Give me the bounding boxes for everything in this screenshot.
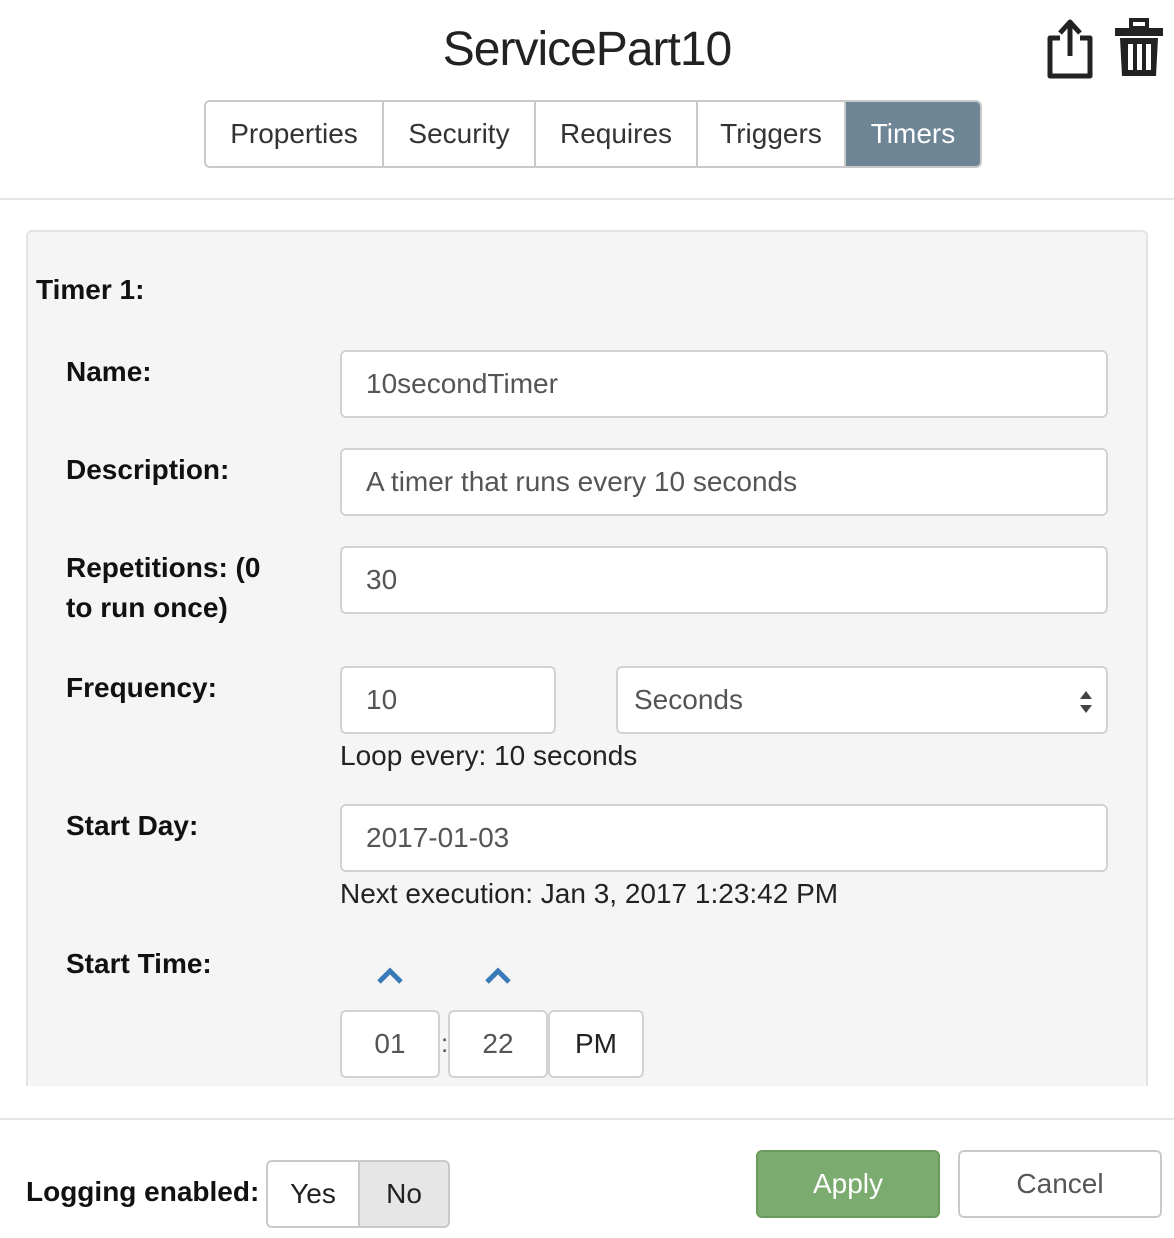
repetitions-label-line2: to run once) xyxy=(66,592,228,623)
start-day-label: Start Day: xyxy=(66,810,199,841)
timer-panel: Timer 1: Name: 10secondTimer Description… xyxy=(26,230,1148,1086)
logging-enabled-label: Logging enabled: xyxy=(26,1176,260,1207)
trash-icon[interactable] xyxy=(1112,18,1166,80)
share-export-icon[interactable] xyxy=(1042,18,1098,80)
repetitions-label: Repetitions: (0 to run once) xyxy=(66,548,260,628)
hour-increment-chevron-up-icon[interactable] xyxy=(376,966,404,986)
frequency-label: Frequency: xyxy=(66,672,217,703)
hour-input[interactable]: 01 xyxy=(340,1010,440,1078)
logging-no-button[interactable]: No xyxy=(360,1162,448,1226)
start-day-input[interactable]: 2017-01-03 xyxy=(340,804,1108,872)
modal-header: ServicePart10 Properties Security Requir… xyxy=(0,0,1174,200)
logging-yes-button[interactable]: Yes xyxy=(268,1162,360,1226)
minute-increment-chevron-up-icon[interactable] xyxy=(484,966,512,986)
loop-help-text: Loop every: 10 seconds xyxy=(340,740,638,771)
minute-input[interactable]: 22 xyxy=(448,1010,548,1078)
name-input[interactable]: 10secondTimer xyxy=(340,350,1108,418)
tab-requires[interactable]: Requires xyxy=(536,102,698,166)
tab-bar: Properties Security Requires Triggers Ti… xyxy=(204,100,982,168)
cancel-button[interactable]: Cancel xyxy=(958,1150,1162,1218)
frequency-unit-value: Seconds xyxy=(634,684,743,715)
tab-security[interactable]: Security xyxy=(384,102,536,166)
description-input[interactable]: A timer that runs every 10 seconds xyxy=(340,448,1108,516)
select-arrows-icon xyxy=(1080,691,1092,713)
frequency-unit-select[interactable]: Seconds xyxy=(616,666,1108,734)
page-title: ServicePart10 xyxy=(442,23,732,76)
tab-timers[interactable]: Timers xyxy=(846,102,980,166)
repetitions-label-line1: Repetitions: (0 xyxy=(66,552,261,583)
next-execution-text: Next execution: Jan 3, 2017 1:23:42 PM xyxy=(340,878,839,909)
apply-button[interactable]: Apply xyxy=(756,1150,940,1218)
start-time-label: Start Time: xyxy=(66,948,212,979)
timer-heading: Timer 1: xyxy=(36,274,145,305)
name-label: Name: xyxy=(66,356,152,387)
tab-properties[interactable]: Properties xyxy=(206,102,384,166)
frequency-input[interactable]: 10 xyxy=(340,666,556,734)
repetitions-input[interactable]: 30 xyxy=(340,546,1108,614)
logging-toggle: Yes No xyxy=(266,1160,450,1228)
ampm-toggle-button[interactable]: PM xyxy=(548,1010,644,1078)
footer-divider xyxy=(0,1118,1174,1120)
tab-triggers[interactable]: Triggers xyxy=(698,102,846,166)
description-label: Description: xyxy=(66,454,230,485)
